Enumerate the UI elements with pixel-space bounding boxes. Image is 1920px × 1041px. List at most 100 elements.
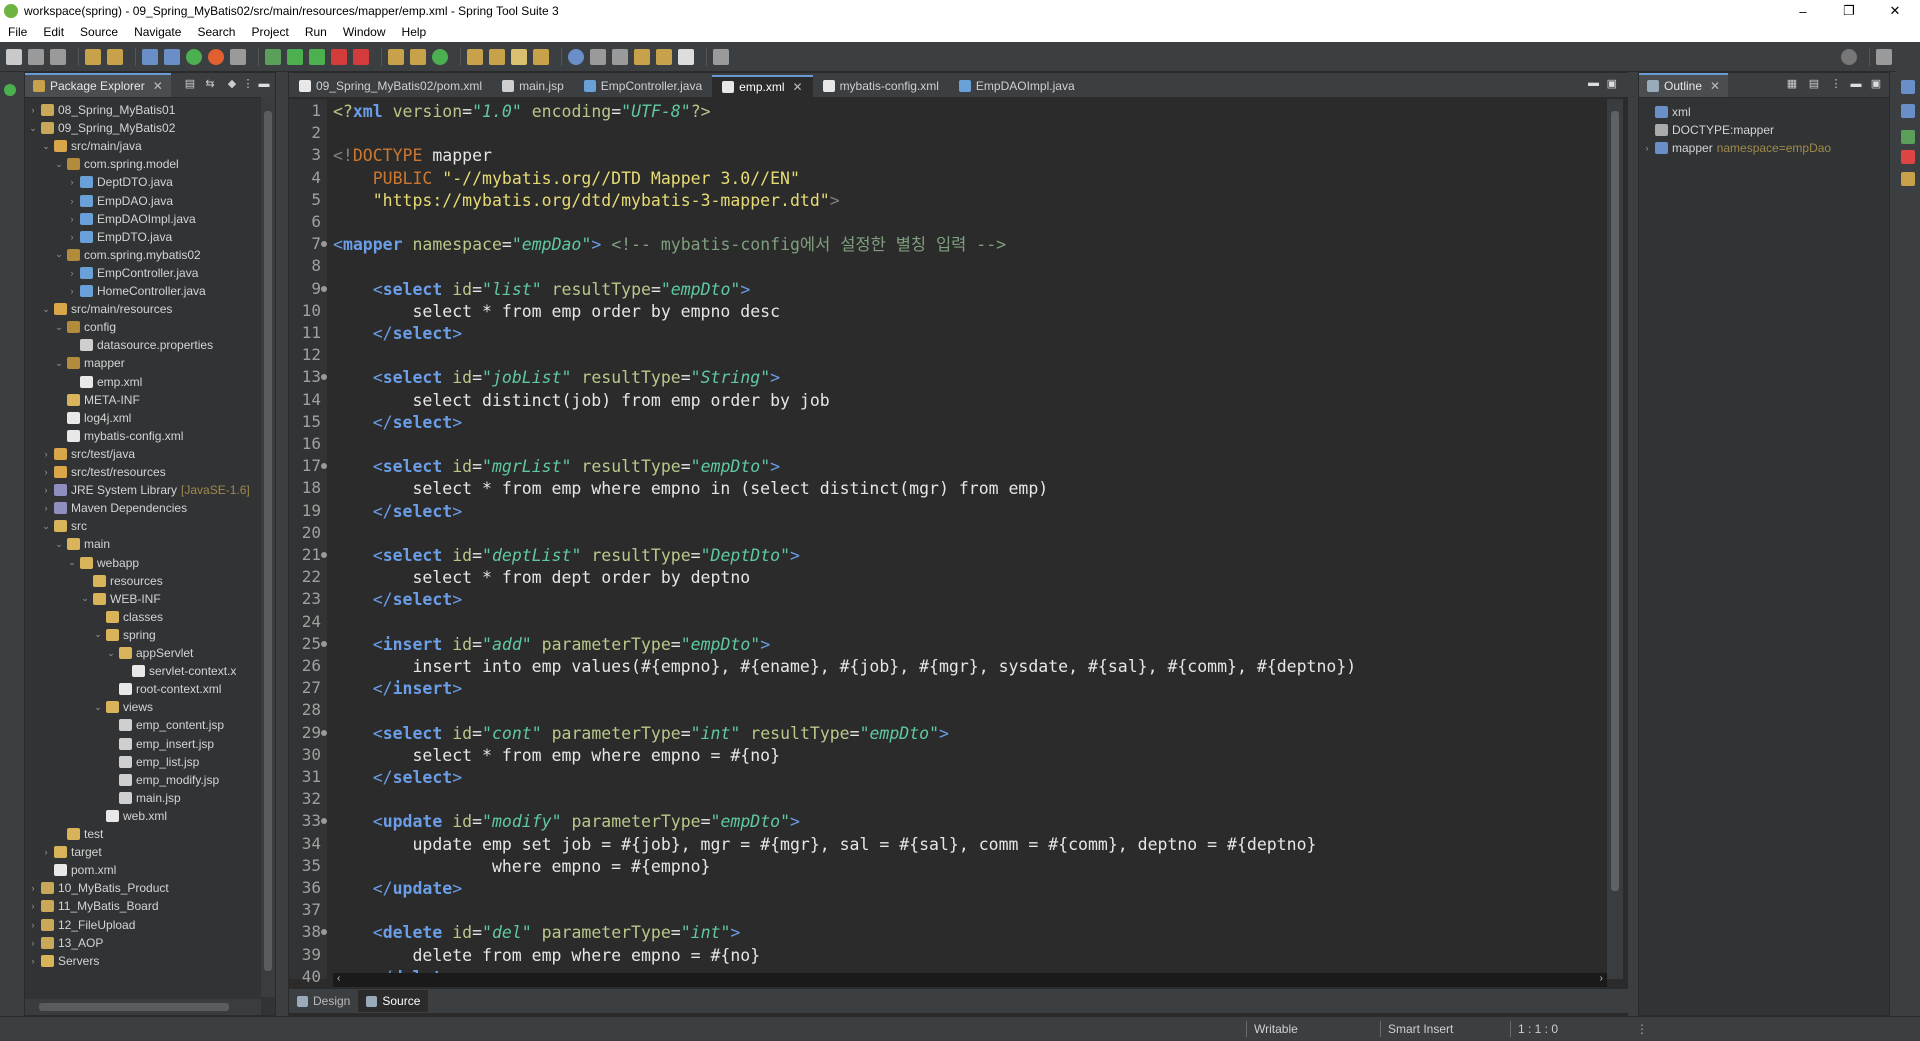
open-perspective-icon[interactable] bbox=[1876, 48, 1892, 65]
code-line[interactable]: delete from emp where empno = #{no} bbox=[333, 945, 760, 967]
code-line[interactable]: <?xml version="1.0" encoding="UTF-8"?> bbox=[333, 101, 711, 123]
expand-toggle-icon[interactable]: › bbox=[1641, 143, 1653, 153]
collapse-all-icon[interactable]: ▤ bbox=[183, 77, 197, 91]
editor-tab[interactable]: main.jsp bbox=[492, 75, 574, 97]
editor-tab[interactable]: EmpDAOImpl.java bbox=[949, 75, 1085, 97]
menu-file[interactable]: File bbox=[0, 25, 35, 39]
fold-toggle-icon[interactable] bbox=[321, 285, 327, 292]
tree-horizontal-scrollbar[interactable] bbox=[25, 999, 261, 1015]
code-line[interactable]: </select> bbox=[333, 767, 462, 789]
close-window-button[interactable]: ✕ bbox=[1872, 0, 1918, 22]
tree-item[interactable]: › 10_MyBatis_Product bbox=[27, 879, 169, 897]
expand-toggle-icon[interactable]: › bbox=[27, 901, 39, 911]
terminal-icon[interactable] bbox=[164, 48, 180, 65]
tree-item[interactable]: log4j.xml bbox=[53, 409, 131, 427]
code-line[interactable]: <select id="jobList" resultType="String"… bbox=[333, 367, 780, 389]
menu-window[interactable]: Window bbox=[335, 25, 394, 39]
minimize-editor-icon[interactable]: ▬ bbox=[1588, 77, 1599, 89]
status-menu-icon[interactable]: ⋮ bbox=[1636, 1017, 1648, 1041]
tree-item[interactable]: › 08_Spring_MyBatis01 bbox=[27, 101, 176, 119]
tree-item[interactable]: emp_content.jsp bbox=[105, 716, 224, 734]
expand-toggle-icon[interactable]: ⌄ bbox=[79, 593, 91, 604]
expand-toggle-icon[interactable]: › bbox=[66, 232, 78, 242]
code-line[interactable]: <update id="modify" parameterType="empDt… bbox=[333, 811, 800, 833]
run-icon[interactable] bbox=[287, 48, 303, 65]
menu-navigate[interactable]: Navigate bbox=[126, 25, 189, 39]
tree-item[interactable]: ⌄ views bbox=[92, 698, 153, 716]
fold-toggle-icon[interactable] bbox=[321, 929, 327, 936]
tree-item[interactable]: main.jsp bbox=[105, 789, 181, 807]
tree-item[interactable]: › src/test/resources bbox=[40, 463, 166, 481]
code-line[interactable]: <select id="cont" parameterType="int" re… bbox=[333, 723, 949, 745]
code-line[interactable]: select * from emp order by empno desc bbox=[333, 301, 780, 323]
tree-item[interactable]: ⌄ WEB-INF bbox=[79, 590, 160, 608]
tree-item[interactable]: ⌄ spring bbox=[92, 626, 155, 644]
tree-item[interactable]: ⌄ src/main/java bbox=[40, 137, 141, 155]
boot-dashboard-icon[interactable] bbox=[4, 84, 16, 96]
external-tools-icon[interactable] bbox=[353, 48, 369, 65]
expand-toggle-icon[interactable]: › bbox=[27, 105, 39, 115]
fold-toggle-icon[interactable] bbox=[321, 374, 327, 381]
coverage-icon[interactable] bbox=[309, 48, 325, 65]
annotation-icon[interactable] bbox=[511, 48, 527, 65]
expand-toggle-icon[interactable]: › bbox=[40, 503, 52, 513]
expand-toggle-icon[interactable]: › bbox=[27, 883, 39, 893]
tree-item[interactable]: ⌄ com.spring.model bbox=[53, 155, 179, 173]
fold-toggle-icon[interactable] bbox=[321, 640, 327, 647]
expand-toggle-icon[interactable]: ⌄ bbox=[53, 322, 65, 333]
tree-item[interactable]: ⌄ src bbox=[40, 517, 87, 535]
task-icon[interactable] bbox=[489, 48, 505, 65]
tree-item[interactable]: › JRE System Library [JavaSE-1.6] bbox=[40, 481, 250, 499]
markers-icon[interactable] bbox=[1901, 150, 1915, 164]
editor-vertical-scrollbar[interactable] bbox=[1607, 99, 1623, 979]
menu-project[interactable]: Project bbox=[243, 25, 296, 39]
debug-icon[interactable] bbox=[265, 48, 281, 65]
expand-toggle-icon[interactable]: ⌄ bbox=[40, 141, 52, 152]
expand-toggle-icon[interactable]: › bbox=[66, 268, 78, 278]
expand-toggle-icon[interactable]: › bbox=[40, 485, 52, 495]
close-icon[interactable]: ✕ bbox=[793, 80, 803, 94]
expand-toggle-icon[interactable]: › bbox=[27, 938, 39, 948]
new-package-icon[interactable] bbox=[410, 48, 426, 65]
code-line[interactable]: </select> bbox=[333, 412, 462, 434]
tree-item[interactable]: › src/test/java bbox=[40, 445, 136, 463]
task-list-icon[interactable] bbox=[1901, 80, 1915, 94]
expand-toggle-icon[interactable]: › bbox=[40, 467, 52, 477]
minimize-panel-icon[interactable]: ▬ bbox=[1849, 77, 1863, 91]
tree-item[interactable]: › 13_AOP bbox=[27, 934, 104, 952]
focus-icon[interactable]: ◆ bbox=[225, 77, 239, 91]
tree-item[interactable]: META-INF bbox=[53, 391, 140, 409]
tab-package-explorer[interactable]: Package Explorer ✕ bbox=[25, 73, 171, 97]
tree-item[interactable]: › HomeController.java bbox=[66, 282, 206, 300]
tree-item[interactable]: resources bbox=[79, 572, 163, 590]
expand-toggle-icon[interactable]: ⌄ bbox=[40, 304, 52, 315]
code-line[interactable]: </select> bbox=[333, 501, 462, 523]
fold-toggle-icon[interactable] bbox=[321, 463, 327, 470]
problems-icon[interactable] bbox=[1901, 104, 1915, 118]
menu-source[interactable]: Source bbox=[72, 25, 126, 39]
menu-run[interactable]: Run bbox=[297, 25, 335, 39]
tree-item[interactable]: › Maven Dependencies bbox=[40, 499, 188, 517]
code-line[interactable]: <mapper namespace="empDao"> <!-- mybatis… bbox=[333, 234, 1006, 256]
scrollbar-thumb[interactable] bbox=[1611, 111, 1619, 891]
open-type-icon[interactable] bbox=[85, 48, 101, 65]
code-line[interactable]: <select id="mgrList" resultType="empDto"… bbox=[333, 456, 780, 478]
globe-icon[interactable] bbox=[568, 48, 584, 65]
spring-explorer-icon[interactable] bbox=[1901, 130, 1915, 144]
tree-item[interactable]: emp_modify.jsp bbox=[105, 771, 219, 789]
scrollbar-thumb[interactable] bbox=[39, 1003, 229, 1011]
code-line[interactable]: select * from dept order by deptno bbox=[333, 567, 750, 589]
tab-outline[interactable]: Outline ✕ bbox=[1639, 73, 1729, 97]
new-java-project-icon[interactable] bbox=[388, 48, 404, 65]
back-icon[interactable] bbox=[656, 48, 672, 65]
tree-item[interactable]: web.xml bbox=[92, 807, 167, 825]
save-icon[interactable] bbox=[28, 48, 44, 65]
fold-toggle-icon[interactable] bbox=[321, 552, 327, 558]
view-menu-icon[interactable]: ⋮ bbox=[241, 77, 255, 91]
close-icon[interactable]: ✕ bbox=[1710, 79, 1720, 93]
menu-edit[interactable]: Edit bbox=[35, 25, 72, 39]
code-line[interactable]: <select id="deptList" resultType="DeptDt… bbox=[333, 545, 800, 567]
console-icon[interactable] bbox=[142, 48, 158, 65]
scrollbar-thumb[interactable] bbox=[264, 111, 272, 971]
tree-item[interactable]: ⌄ mapper bbox=[53, 354, 124, 372]
